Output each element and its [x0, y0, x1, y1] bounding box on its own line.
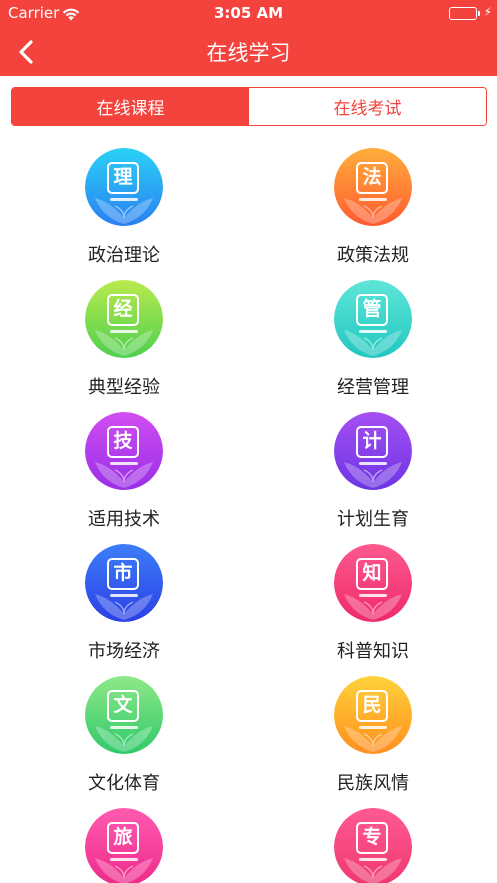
book-icon: 文 [107, 690, 139, 722]
category-icon: 管 [334, 280, 412, 358]
book-icon: 计 [356, 426, 388, 458]
category-label: 政策法规 [337, 245, 409, 266]
category-icon: 专 [334, 808, 412, 883]
category-label: 市场经济 [88, 641, 160, 662]
page-title: 在线学习 [206, 41, 291, 65]
category-icon: 民 [334, 676, 412, 754]
book-icon: 知 [356, 558, 388, 590]
category-label: 经营管理 [337, 377, 409, 398]
category-label: 政治理论 [88, 245, 160, 266]
category-icon: 计 [334, 412, 412, 490]
category-icon: 旅 [85, 808, 163, 883]
book-icon: 经 [107, 294, 139, 326]
category-icon: 市 [85, 544, 163, 622]
book-icon: 专 [356, 822, 388, 854]
battery-icon [449, 7, 477, 20]
book-icon: 旅 [107, 822, 139, 854]
navigation-bar: 在线学习 [0, 28, 497, 76]
book-icon: 法 [356, 162, 388, 194]
charging-icon: ⚡ [483, 5, 492, 19]
category-label: 计划生育 [337, 509, 409, 530]
category-label: 典型经验 [88, 377, 160, 398]
book-icon: 民 [356, 690, 388, 722]
category-label: 适用技术 [88, 509, 160, 530]
book-icon: 市 [107, 558, 139, 590]
status-bar: Carrier 3:05 AM ⚡ [0, 0, 497, 28]
category-icon: 理 [85, 148, 163, 226]
clock: 3:05 AM [213, 4, 284, 22]
category-label: 民族风情 [337, 773, 409, 794]
category-label: 科普知识 [337, 641, 409, 662]
category-icon: 文 [85, 676, 163, 754]
book-icon: 理 [107, 162, 139, 194]
category-label: 文化体育 [88, 773, 160, 794]
tab-online-exams[interactable]: 在线考试 [249, 88, 486, 125]
category-icon: 法 [334, 148, 412, 226]
category-icon: 知 [334, 544, 412, 622]
tab-online-courses[interactable]: 在线课程 [12, 88, 249, 125]
book-icon: 管 [356, 294, 388, 326]
book-icon: 技 [107, 426, 139, 458]
category-icon: 经 [85, 280, 163, 358]
battery-tip [478, 11, 480, 16]
segmented-control: 在线课程 在线考试 [11, 87, 487, 126]
category-icon: 技 [85, 412, 163, 490]
